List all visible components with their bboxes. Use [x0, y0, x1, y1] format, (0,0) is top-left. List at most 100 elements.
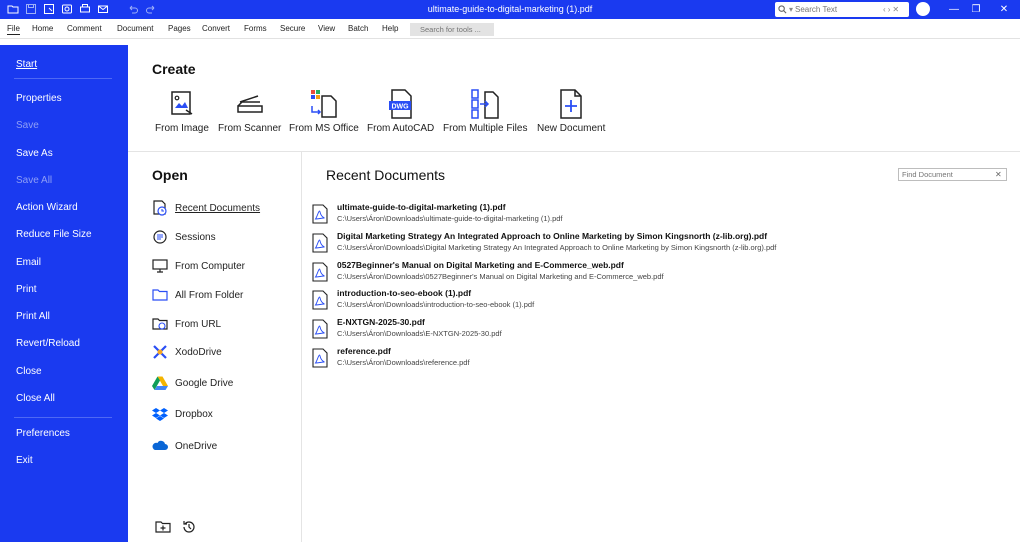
document-name: 0527Beginner's Manual on Digital Marketi…: [337, 260, 624, 270]
menu-home[interactable]: Home: [32, 24, 53, 33]
open-onedrive[interactable]: OneDrive: [152, 438, 217, 454]
sidebar-item-exit[interactable]: Exit: [16, 455, 33, 466]
document-path: C:\Users\Áron\Downloads\ultimate-guide-t…: [337, 214, 563, 223]
history-icon[interactable]: [181, 519, 197, 535]
sidebar-item-save-all[interactable]: Save All: [16, 175, 52, 186]
sidebar-item-reduce-file-size[interactable]: Reduce File Size: [16, 229, 92, 240]
close-icon[interactable]: ✕: [996, 2, 1012, 16]
google-drive-icon: [152, 375, 168, 391]
open-item-label: From URL: [175, 318, 222, 330]
open-sessions[interactable]: Sessions: [152, 229, 216, 245]
open-heading: Open: [152, 167, 188, 183]
menu-comment[interactable]: Comment: [67, 24, 102, 33]
find-document-box[interactable]: ✕: [898, 168, 1007, 181]
tool-search-input[interactable]: [410, 23, 494, 36]
open-recent-documents[interactable]: Recent Documents: [152, 200, 260, 216]
clear-icon[interactable]: ✕: [995, 170, 1002, 179]
open-xodo-drive[interactable]: XodoDrive: [152, 344, 222, 360]
sidebar-item-save[interactable]: Save: [16, 120, 39, 131]
sidebar-item-print[interactable]: Print: [16, 284, 37, 295]
recent-document-row[interactable]: reference.pdf C:\Users\Áron\Downloads\ref…: [312, 346, 1002, 373]
restore-icon[interactable]: ❐: [968, 2, 984, 16]
recent-document-row[interactable]: 0527Beginner's Manual on Digital Marketi…: [312, 260, 1002, 287]
menu-pages[interactable]: Pages: [168, 24, 191, 33]
open-item-label: Sessions: [175, 231, 216, 243]
search-next-icon[interactable]: ›: [888, 5, 891, 14]
search-text-box[interactable]: ▾ ‹ › ✕: [775, 2, 909, 17]
menu-forms[interactable]: Forms: [244, 24, 267, 33]
document-path: C:\Users\Áron\Downloads\Digital Marketin…: [337, 243, 777, 252]
new-document-icon: [560, 89, 582, 119]
open-item-label: OneDrive: [175, 440, 218, 452]
open-item-label: Recent Documents: [175, 202, 261, 214]
email-icon[interactable]: [96, 2, 110, 16]
menu-secure[interactable]: Secure: [280, 24, 305, 33]
sidebar-item-save-as[interactable]: Save As: [16, 148, 53, 159]
recent-document-row[interactable]: E-NXTGN-2025-30.pdf C:\Users\Áron\Downloa…: [312, 317, 1002, 344]
create-from-scanner-button[interactable]: From Scanner: [218, 88, 281, 134]
recent-document-row[interactable]: ultimate-guide-to-digital-marketing (1).…: [312, 202, 1002, 229]
print-icon[interactable]: [78, 2, 92, 16]
create-from-ms-office-button[interactable]: From MS Office: [289, 88, 359, 134]
menu-file[interactable]: File: [7, 24, 20, 35]
sidebar-item-close-all[interactable]: Close All: [16, 393, 55, 404]
onedrive-icon: [152, 438, 168, 454]
create-item-label: From Multiple Files: [443, 123, 528, 134]
search-options-icon[interactable]: ▾: [789, 5, 793, 14]
open-folder-icon[interactable]: [6, 2, 20, 16]
sidebar-item-action-wizard[interactable]: Action Wizard: [16, 202, 78, 213]
search-text-input[interactable]: [795, 5, 882, 14]
save-icon[interactable]: [24, 2, 38, 16]
computer-icon: [152, 258, 168, 274]
menu-view[interactable]: View: [318, 24, 335, 33]
recent-document-row[interactable]: introduction-to-seo-ebook (1).pdf C:\User…: [312, 288, 1002, 315]
find-document-input[interactable]: [899, 170, 995, 179]
sidebar-item-preferences[interactable]: Preferences: [16, 428, 70, 439]
section-divider: [128, 151, 1020, 152]
pdf-file-icon: [312, 348, 328, 368]
create-new-document-button[interactable]: New Document: [537, 88, 605, 134]
menu-document[interactable]: Document: [117, 24, 153, 33]
menu-convert[interactable]: Convert: [202, 24, 230, 33]
document-name: E-NXTGN-2025-30.pdf: [337, 317, 425, 327]
pdf-file-icon: [312, 319, 328, 339]
save-as-icon[interactable]: [42, 2, 56, 16]
avatar[interactable]: [916, 2, 930, 16]
search-prev-icon[interactable]: ‹: [883, 5, 886, 14]
recent-documents-icon: [152, 200, 168, 216]
open-from-url[interactable]: From URL: [152, 316, 221, 332]
recent-document-row[interactable]: Digital Marketing Strategy An Integrated…: [312, 231, 1002, 258]
undo-icon[interactable]: [126, 2, 140, 16]
open-all-from-folder[interactable]: All From Folder: [152, 287, 243, 303]
svg-text:DWG: DWG: [391, 104, 409, 111]
sidebar-item-start[interactable]: Start: [16, 59, 37, 70]
minimize-icon[interactable]: —: [946, 2, 962, 16]
url-icon: [152, 316, 168, 332]
menu-batch[interactable]: Batch: [348, 24, 368, 33]
menu-help[interactable]: Help: [382, 24, 398, 33]
create-from-autocad-button[interactable]: DWG From AutoCAD: [367, 88, 434, 134]
search-icon: [778, 5, 787, 14]
open-google-drive[interactable]: Google Drive: [152, 375, 233, 391]
menu-bar: File Home Comment Document Pages Convert…: [0, 19, 1020, 39]
sidebar-divider: [14, 78, 112, 79]
document-name: introduction-to-seo-ebook (1).pdf: [337, 288, 472, 298]
open-from-computer[interactable]: From Computer: [152, 258, 245, 274]
create-item-label: From AutoCAD: [367, 123, 435, 134]
sidebar-item-email[interactable]: Email: [16, 257, 41, 268]
sidebar-item-close[interactable]: Close: [16, 366, 42, 377]
search-close-icon[interactable]: ✕: [892, 5, 899, 14]
open-dropbox[interactable]: Dropbox: [152, 406, 213, 422]
title-bar: ultimate-guide-to-digital-marketing (1).…: [0, 0, 1020, 19]
print-preview-icon[interactable]: [60, 2, 74, 16]
add-folder-icon[interactable]: [155, 519, 171, 535]
sidebar-item-print-all[interactable]: Print All: [16, 311, 50, 322]
sidebar-item-revert-reload[interactable]: Revert/Reload: [16, 338, 80, 349]
sidebar-item-properties[interactable]: Properties: [16, 93, 62, 104]
sidebar-divider: [14, 417, 112, 418]
create-from-multiple-files-button[interactable]: From Multiple Files: [443, 88, 527, 134]
document-path: C:\Users\Áron\Downloads\introduction-to-…: [337, 300, 535, 309]
create-from-image-button[interactable]: From Image: [155, 88, 209, 134]
redo-icon[interactable]: [144, 2, 158, 16]
create-item-label: From Scanner: [218, 123, 282, 134]
